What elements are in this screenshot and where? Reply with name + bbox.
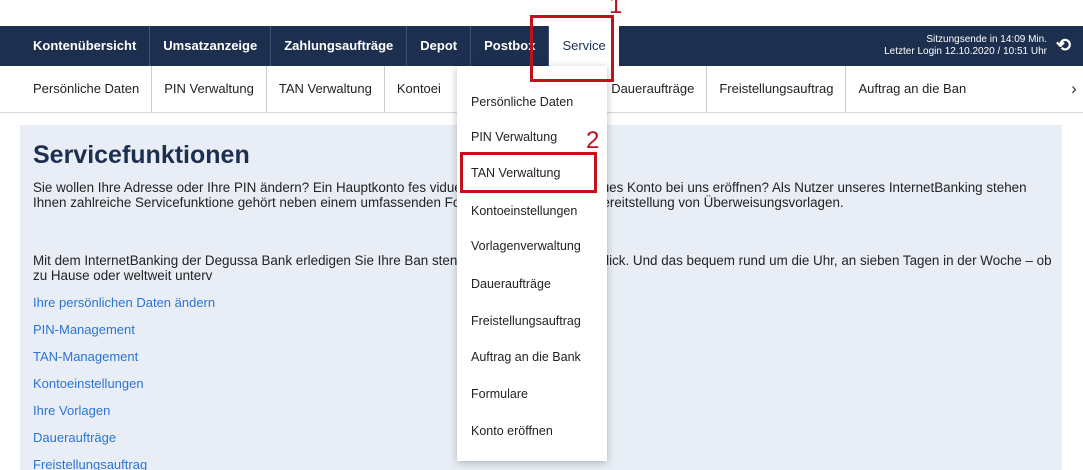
link-vorlagen[interactable]: Ihre Vorlagen <box>33 403 215 430</box>
page-title: Servicefunktionen <box>33 141 250 169</box>
session-timeout-text: Sitzungsende in 14:09 Min. <box>926 34 1047 45</box>
subnav-item-persoenliche-daten[interactable]: Persönliche Daten <box>20 66 153 112</box>
service-dropdown-menu: Persönliche Daten PIN Verwaltung TAN Ver… <box>457 66 607 461</box>
link-pin-management[interactable]: PIN-Management <box>33 322 215 349</box>
nav-item-depot[interactable]: Depot <box>407 26 472 66</box>
nav-item-postbox[interactable]: Postbox <box>471 26 550 66</box>
menu-item-persoenliche-daten[interactable]: Persönliche Daten <box>471 95 573 109</box>
nav-item-kontenuebersicht[interactable]: Kontenübersicht <box>20 26 151 66</box>
step-number-1: 1 <box>609 0 623 19</box>
menu-item-kontoeinstellungen[interactable]: Kontoeinstellungen <box>471 204 577 218</box>
last-login-text: Letzter Login 12.10.2020 / 10:51 Uhr <box>884 46 1047 57</box>
menu-item-dauerauftraege[interactable]: Daueraufträge <box>471 277 551 291</box>
service-links: Ihre persönlichen Daten ändern PIN-Manag… <box>33 295 215 470</box>
menu-item-vorlagenverwaltung[interactable]: Vorlagenverwaltung <box>471 239 581 253</box>
chevron-right-icon[interactable]: › <box>1065 66 1083 112</box>
link-dauerauftraege[interactable]: Daueraufträge <box>33 430 215 457</box>
subnav-item-tan-verwaltung[interactable]: TAN Verwaltung <box>267 66 385 112</box>
nav-item-service[interactable]: Service <box>549 26 619 66</box>
subnav-item-freistellungsauftrag[interactable]: Freistellungsauftrag <box>707 66 847 112</box>
menu-item-formulare[interactable]: Formulare <box>471 387 528 401</box>
subnav-item-dauerauftraege[interactable]: Daueraufträge <box>599 66 708 112</box>
session-info: Sitzungsende in 14:09 Min. Letzter Login… <box>884 34 1047 58</box>
logout-icon[interactable]: ⟲ <box>1056 35 1071 56</box>
menu-item-freistellungsauftrag[interactable]: Freistellungsauftrag <box>471 314 581 328</box>
nav-item-umsatzanzeige[interactable]: Umsatzanzeige <box>150 26 272 66</box>
subnav-item-auftrag-an-die-bank[interactable]: Auftrag an die Ban <box>846 66 978 112</box>
menu-item-konto-eroeffnen[interactable]: Konto eröffnen <box>471 424 553 438</box>
main-navigation-bar: Kontenübersicht Umsatzanzeige Zahlungsau… <box>0 26 1083 66</box>
step-number-2: 2 <box>586 127 600 154</box>
link-persoenliche-daten[interactable]: Ihre persönlichen Daten ändern <box>33 295 215 322</box>
menu-item-auftrag-an-die-bank[interactable]: Auftrag an die Bank <box>471 350 581 364</box>
link-freistellungsauftrag[interactable]: Freistellungsauftrag <box>33 457 215 470</box>
link-tan-management[interactable]: TAN-Management <box>33 349 215 376</box>
menu-item-tan-verwaltung[interactable]: TAN Verwaltung <box>471 166 560 180</box>
main-nav-items: Kontenübersicht Umsatzanzeige Zahlungsau… <box>20 26 619 66</box>
subnav-item-pin-verwaltung[interactable]: PIN Verwaltung <box>152 66 267 112</box>
nav-item-zahlungsauftraege[interactable]: Zahlungsaufträge <box>271 26 408 66</box>
link-kontoeinstellungen[interactable]: Kontoeinstellungen <box>33 376 215 403</box>
menu-item-pin-verwaltung[interactable]: PIN Verwaltung <box>471 130 557 144</box>
